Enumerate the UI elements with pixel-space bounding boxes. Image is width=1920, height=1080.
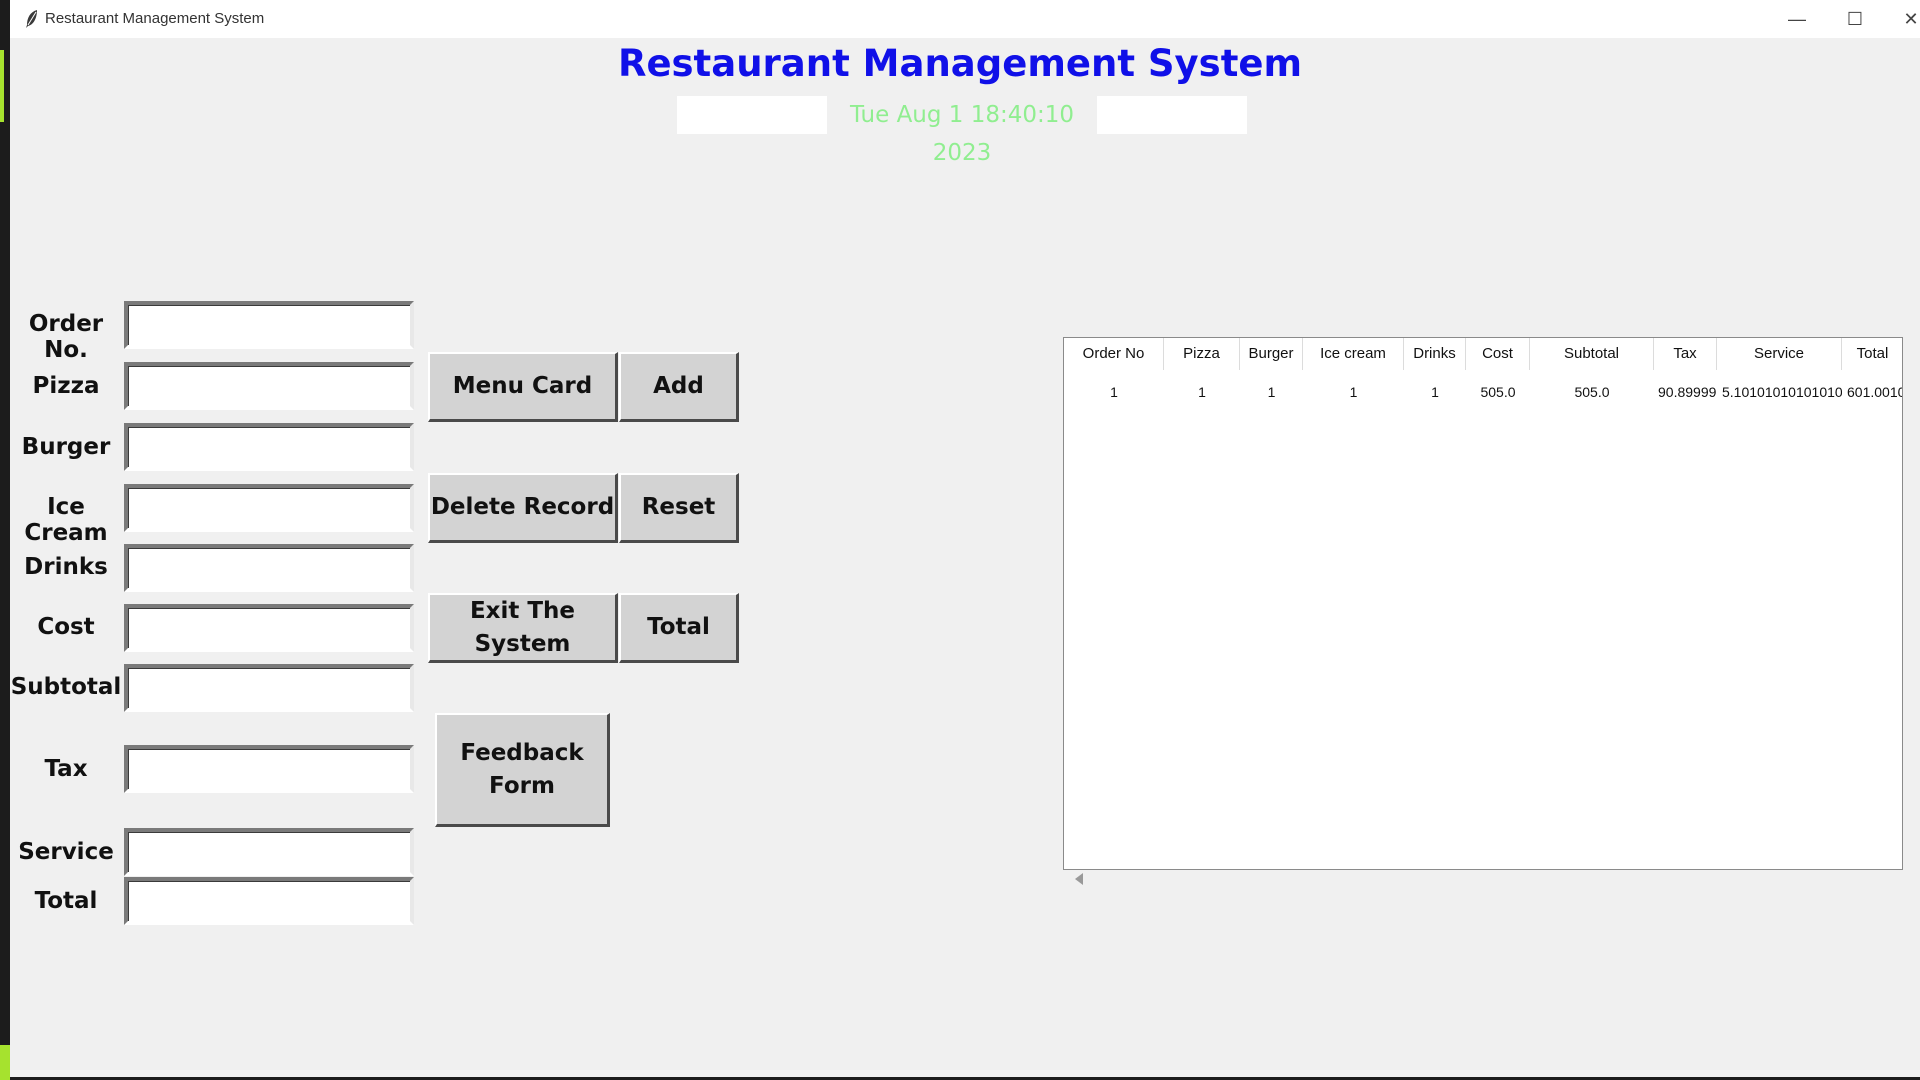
ice-cream-field[interactable] xyxy=(124,484,414,532)
title-bar[interactable]: Restaurant Management System — ☐ ✕ xyxy=(10,0,1920,38)
tax-label: Tax xyxy=(44,756,88,782)
column-header-cost[interactable]: Cost xyxy=(1466,338,1530,370)
burger-label: Burger xyxy=(21,434,111,460)
menu-card-button[interactable]: Menu Card xyxy=(428,352,618,422)
table-cell: 1 xyxy=(1349,384,1358,400)
subtotal-label: Subtotal xyxy=(10,674,122,700)
table-row[interactable]: 1 1 1 1 1 505.0 505.0 90.8999999 5.10101… xyxy=(1064,378,1903,406)
pizza-label: Pizza xyxy=(32,373,100,399)
feedback-form-button-label-line2: Form xyxy=(489,772,555,799)
feedback-form-button[interactable]: Feedback Form xyxy=(435,713,610,827)
column-header-ice-cream[interactable]: Ice cream xyxy=(1303,338,1404,370)
table-cell: 505.0 xyxy=(1574,384,1610,400)
drinks-field[interactable] xyxy=(124,544,414,592)
service-field[interactable] xyxy=(124,828,414,876)
column-header-total[interactable]: Total xyxy=(1842,338,1902,370)
table-cell: 505.0 xyxy=(1480,384,1516,400)
datetime-bar: Tue Aug 1 18:40:10 2023 xyxy=(677,96,1247,166)
close-icon: ✕ xyxy=(1903,8,1919,29)
table-cell: 1 xyxy=(1198,384,1206,400)
add-button[interactable]: Add xyxy=(619,352,739,422)
datetime-pad-right xyxy=(1097,96,1247,134)
table-header: Order No Pizza Burger Ice cream Drinks C… xyxy=(1064,338,1902,370)
maximize-icon: ☐ xyxy=(1846,8,1864,29)
add-button-label: Add xyxy=(653,373,704,399)
pizza-field[interactable] xyxy=(124,362,414,410)
column-header-tax[interactable]: Tax xyxy=(1654,338,1717,370)
cost-field[interactable] xyxy=(124,604,414,652)
column-header-subtotal[interactable]: Subtotal xyxy=(1530,338,1654,370)
order-no-field[interactable] xyxy=(124,301,414,349)
reset-button[interactable]: Reset xyxy=(619,473,739,543)
datetime-label: Tue Aug 1 18:40:10 2023 xyxy=(827,96,1097,166)
reset-button-label: Reset xyxy=(641,494,716,520)
desktop-accent-bottom xyxy=(0,1045,10,1080)
scroll-left-arrow-icon[interactable] xyxy=(1075,873,1083,885)
table-cell: 90.8999999 xyxy=(1658,384,1717,400)
column-header-pizza[interactable]: Pizza xyxy=(1164,338,1240,370)
table-cell: 601.0010 xyxy=(1847,384,1903,400)
minimize-icon: — xyxy=(1788,8,1806,29)
table-cell: 5.1010101010101010 xyxy=(1722,384,1842,400)
table-cell: 1 xyxy=(1267,384,1276,400)
table-cell: 1 xyxy=(1110,384,1118,400)
menu-card-button-label: Menu Card xyxy=(452,373,593,399)
column-header-drinks[interactable]: Drinks xyxy=(1404,338,1466,370)
maximize-button[interactable]: ☐ xyxy=(1826,0,1884,38)
column-header-service[interactable]: Service xyxy=(1717,338,1842,370)
exit-system-button-label: Exit The System xyxy=(469,597,576,657)
feather-icon xyxy=(26,10,37,28)
total-label: Total xyxy=(34,888,98,914)
total-button[interactable]: Total xyxy=(619,593,739,663)
cost-label: Cost xyxy=(37,614,95,640)
records-table[interactable]: Order No Pizza Burger Ice cream Drinks C… xyxy=(1063,337,1903,870)
subtotal-field[interactable] xyxy=(124,664,414,712)
column-header-burger[interactable]: Burger xyxy=(1240,338,1303,370)
exit-system-button[interactable]: Exit The System xyxy=(428,593,618,663)
datetime-pad-left xyxy=(677,96,827,134)
close-button[interactable]: ✕ xyxy=(1882,0,1920,38)
window-title: Restaurant Management System xyxy=(45,10,265,27)
drinks-label: Drinks xyxy=(24,554,108,580)
page-title: Restaurant Management System xyxy=(617,42,1303,85)
order-no-label: Order No. xyxy=(28,311,104,363)
tax-field[interactable] xyxy=(124,745,414,793)
minimize-button[interactable]: — xyxy=(1768,0,1826,38)
service-label: Service xyxy=(18,839,114,865)
total-button-label: Total xyxy=(647,614,710,640)
total-field[interactable] xyxy=(124,877,414,925)
feedback-form-button-label-line1: Feedback xyxy=(460,739,584,766)
ice-cream-label: Ice Cream xyxy=(24,494,108,546)
delete-record-button[interactable]: Delete Record xyxy=(428,473,618,543)
burger-field[interactable] xyxy=(124,423,414,471)
delete-record-button-label: Delete Record xyxy=(430,494,615,520)
column-header-order-no[interactable]: Order No xyxy=(1064,338,1164,370)
table-cell: 1 xyxy=(1431,384,1439,400)
